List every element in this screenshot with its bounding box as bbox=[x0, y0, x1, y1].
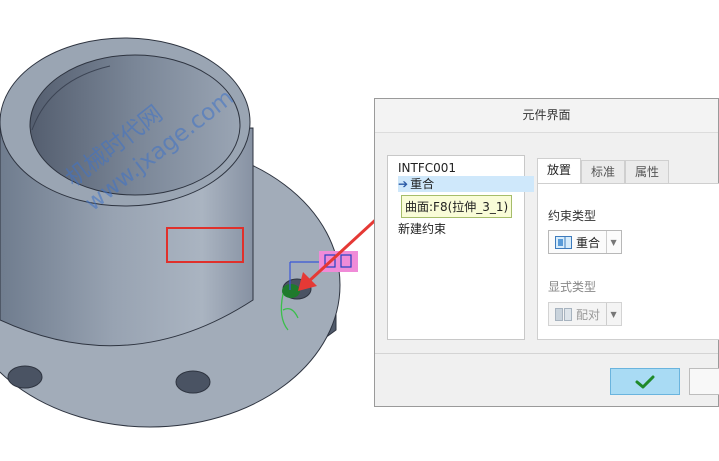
chevron-down-icon: ▼ bbox=[610, 309, 617, 319]
tree-reference-item[interactable]: 曲面:F8(拉伸_3_1) bbox=[401, 195, 513, 218]
display-type-label: 显式类型 bbox=[548, 280, 597, 294]
cancel-button[interactable] bbox=[689, 368, 719, 395]
constraint-type-value: 重合 bbox=[576, 235, 601, 250]
display-type-select[interactable]: 配对 ▼ bbox=[548, 302, 622, 326]
tab-standard[interactable]: 标准 bbox=[581, 160, 626, 183]
ok-button[interactable] bbox=[610, 368, 680, 395]
tab-properties[interactable]: 属性 bbox=[625, 160, 670, 183]
constraint-type-select[interactable]: 重合 ▼ bbox=[548, 230, 622, 254]
arrow-right-icon: ➔ bbox=[398, 177, 409, 191]
dialog-body: INTFC001 ➔ 重合 曲面:F8(拉伸_3_1) 新建约束 放置 标准 属性… bbox=[387, 155, 719, 340]
display-type-value-wrap: 配对 bbox=[549, 303, 608, 325]
dialog-title: 元件界面 bbox=[375, 99, 718, 133]
chevron-down-icon: ▼ bbox=[610, 237, 617, 247]
coincident-icon bbox=[555, 235, 572, 249]
tabs-area: 放置 标准 属性 约束类型 重合 ▼ 显式类型 配对 ▼ bbox=[537, 155, 719, 340]
constraint-type-label: 约束类型 bbox=[548, 209, 597, 223]
tree-new-constraint[interactable]: 新建约束 bbox=[398, 220, 446, 237]
constraint-tree: INTFC001 ➔ 重合 曲面:F8(拉伸_3_1) 新建约束 bbox=[387, 155, 534, 340]
constraint-type-value-wrap: 重合 bbox=[549, 231, 608, 253]
component-interface-dialog: 元件界面 INTFC001 ➔ 重合 曲面:F8(拉伸_3_1) 新建约束 放置 … bbox=[374, 98, 719, 407]
tab-placement[interactable]: 放置 bbox=[537, 158, 582, 184]
tree-root-node[interactable]: INTFC001 bbox=[398, 161, 456, 175]
divider bbox=[375, 353, 718, 354]
display-type-value: 配对 bbox=[576, 307, 601, 322]
highlight-box bbox=[166, 227, 244, 263]
tree-item-label: 重合 bbox=[410, 177, 435, 191]
placement-panel: 约束类型 重合 ▼ 显式类型 配对 ▼ bbox=[537, 183, 719, 340]
checkmark-icon bbox=[635, 375, 655, 388]
tree-item-selected[interactable]: ➔ 重合 bbox=[398, 176, 534, 192]
mate-icon bbox=[555, 307, 572, 321]
